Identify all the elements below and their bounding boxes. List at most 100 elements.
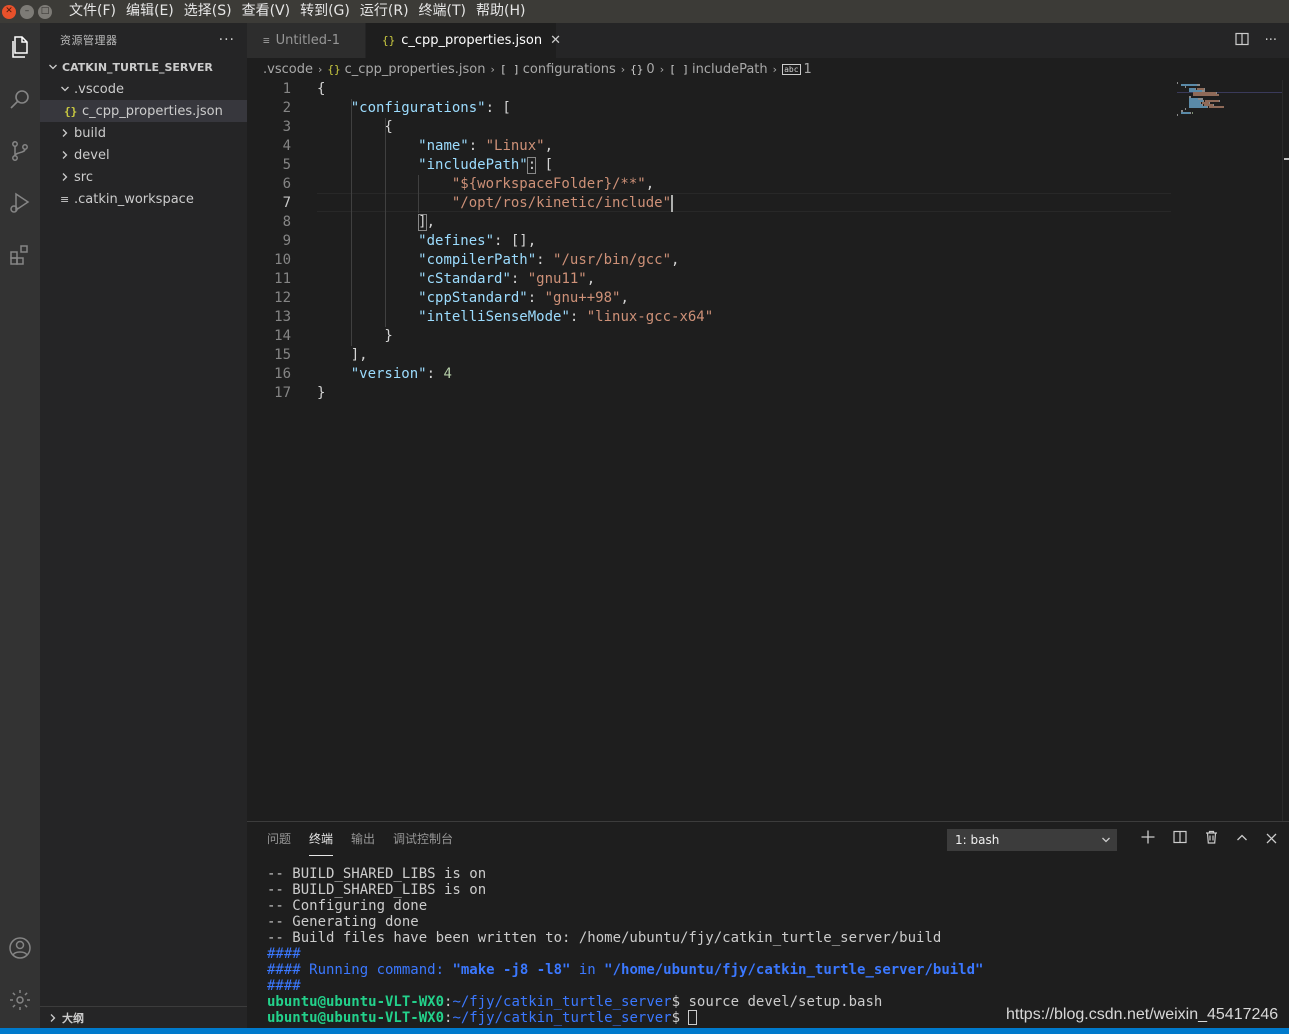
code-line[interactable]: 2 "configurations": [ xyxy=(247,99,1177,118)
json-file-icon: {} xyxy=(382,34,396,47)
code-line[interactable]: 17} xyxy=(247,384,1177,403)
window-minimize-icon[interactable]: – xyxy=(20,4,34,19)
menu-item[interactable]: 终端(T) xyxy=(414,0,471,23)
code-token: 4 xyxy=(443,366,452,382)
source-control-icon[interactable] xyxy=(0,131,40,171)
code-line[interactable]: 7 "/opt/ros/kinetic/include" xyxy=(247,194,1177,213)
menu-item[interactable]: 帮助(H) xyxy=(471,0,530,23)
code-line[interactable]: 11 "cStandard": "gnu11", xyxy=(247,270,1177,289)
line-number: 5 xyxy=(282,157,291,173)
panel-tab[interactable]: 终端 xyxy=(309,822,334,856)
code-line[interactable]: 6 "${workspaceFolder}/**", xyxy=(247,175,1177,194)
tree-item-catkin-workspace[interactable]: ≡ .catkin_workspace xyxy=(40,188,247,210)
code-line[interactable]: 3 { xyxy=(247,118,1177,137)
minimap-line xyxy=(1207,106,1208,108)
indent-guide xyxy=(418,175,420,213)
breadcrumb-item[interactable]: configurations xyxy=(523,62,616,77)
array-symbol-icon: [ ] xyxy=(669,62,689,76)
code-token: "${workspaceFolder}/**" xyxy=(451,176,646,192)
split-editor-icon[interactable] xyxy=(1234,32,1249,50)
code-line[interactable]: 14 } xyxy=(247,327,1177,346)
menu-item[interactable]: 转到(G) xyxy=(295,0,355,23)
tab-label: Untitled-1 xyxy=(275,33,341,48)
explorer-sidebar: 资源管理器 ··· CATKIN_TURTLE_SERVER .vscode {}… xyxy=(40,23,247,1028)
vertical-scrollbar[interactable] xyxy=(1282,80,1289,821)
settings-gear-icon[interactable] xyxy=(0,980,40,1020)
code-line[interactable]: 5 "includePath": [ xyxy=(247,156,1177,175)
code-token: "linux-gcc-x64" xyxy=(586,309,714,325)
terminal-token: -- Generating done xyxy=(267,914,419,930)
split-terminal-icon[interactable] xyxy=(1173,830,1187,848)
menu-item[interactable]: 选择(S) xyxy=(179,0,237,23)
code-line[interactable]: 10 "compilerPath": "/usr/bin/gcc", xyxy=(247,251,1177,270)
breadcrumb-item[interactable]: includePath xyxy=(692,62,768,77)
window-close-icon[interactable]: ✕ xyxy=(2,4,16,19)
json-file-icon: {} xyxy=(64,104,78,118)
run-debug-icon[interactable] xyxy=(0,183,40,223)
terminal-select[interactable]: 1: bash xyxy=(947,829,1117,851)
breadcrumb-item[interactable]: c_cpp_properties.json xyxy=(345,62,486,77)
more-actions-icon[interactable]: ··· xyxy=(1265,33,1277,48)
minimap[interactable] xyxy=(1177,80,1282,821)
code-line[interactable]: 12 "cppStandard": "gnu++98", xyxy=(247,289,1177,308)
tree-item-build[interactable]: build xyxy=(40,122,247,144)
tree-item-src[interactable]: src xyxy=(40,166,247,188)
terminal-output[interactable]: -- BUILD_SHARED_LIBS is on -- BUILD_SHARE… xyxy=(267,866,983,1026)
tree-item-c-cpp-properties-json[interactable]: {} c_cpp_properties.json xyxy=(40,100,247,122)
maximize-panel-icon[interactable] xyxy=(1236,830,1248,848)
code-line[interactable]: 9 "defines": [], xyxy=(247,232,1177,251)
code-token: "gnu11" xyxy=(527,271,587,287)
tree-item-devel[interactable]: devel xyxy=(40,144,247,166)
menu-item[interactable]: 运行(R) xyxy=(355,0,414,23)
chevron-right-icon xyxy=(58,150,72,160)
code-line[interactable]: 4 "name": "Linux", xyxy=(247,137,1177,156)
code-line[interactable]: 8 ], xyxy=(247,213,1177,232)
close-panel-icon[interactable] xyxy=(1266,830,1277,848)
chevron-right-icon: › xyxy=(317,62,323,76)
menu-item[interactable]: 编辑(E) xyxy=(121,0,179,23)
new-terminal-icon[interactable] xyxy=(1141,830,1155,848)
code-line[interactable]: 16 "version": 4 xyxy=(247,365,1177,384)
code-token: , xyxy=(620,290,629,306)
menu-item[interactable]: 文件(F) xyxy=(64,0,121,23)
code-text: } xyxy=(317,384,325,403)
breadcrumb-item[interactable]: 0 xyxy=(646,62,654,77)
tab-untitled-1[interactable]: ≡ Untitled-1 xyxy=(247,23,366,58)
search-icon[interactable] xyxy=(0,79,40,119)
code-editor[interactable]: 1{2 "configurations": [3 {4 "name": "Lin… xyxy=(247,80,1177,403)
tree-item-vscode[interactable]: .vscode xyxy=(40,78,247,100)
code-line[interactable]: 13 "intelliSenseMode": "linux-gcc-x64" xyxy=(247,308,1177,327)
menu-item[interactable]: 查看(V) xyxy=(237,0,296,23)
close-icon[interactable]: ✕ xyxy=(550,33,561,48)
window-maximize-icon[interactable]: □ xyxy=(38,4,52,19)
panel-tab[interactable]: 调试控制台 xyxy=(393,822,453,856)
code-token: "defines" xyxy=(418,233,495,249)
breadcrumb-item[interactable]: .vscode xyxy=(263,62,313,77)
line-number: 3 xyxy=(282,119,291,135)
code-token: "intelliSenseMode" xyxy=(418,309,570,325)
explorer-title: 资源管理器 xyxy=(60,33,118,47)
title-bar: ✕ – □ 文件(F) 编辑(E) 选择(S) 查看(V) 转到(G) 运行(R) 终端(T… xyxy=(0,0,1289,23)
tree-item-label: c_cpp_properties.json xyxy=(82,103,223,119)
files-icon[interactable] xyxy=(0,27,40,67)
workspace-section[interactable]: CATKIN_TURTLE_SERVER xyxy=(40,56,247,78)
bottom-panel: 问题 终端 输出 调试控制台 1: bash -- BUILD_SHARED_LIBS… xyxy=(247,821,1289,1028)
code-line[interactable]: 1{ xyxy=(247,80,1177,99)
tree-item-label: src xyxy=(74,169,93,185)
tab-c-cpp-properties[interactable]: {} c_cpp_properties.json ✕ xyxy=(366,23,561,58)
editor-actions: ··· xyxy=(1234,23,1277,58)
panel-tab[interactable]: 问题 xyxy=(267,822,291,856)
more-actions-icon[interactable]: ··· xyxy=(219,32,235,48)
panel-tab[interactable]: 输出 xyxy=(351,822,375,856)
string-symbol-icon: abc xyxy=(782,63,801,75)
outline-section[interactable]: 大纲 xyxy=(40,1006,247,1028)
breadcrumb-item[interactable]: 1 xyxy=(804,62,812,77)
extensions-icon[interactable] xyxy=(0,235,40,275)
terminal-line: -- BUILD_SHARED_LIBS is on xyxy=(267,882,983,898)
account-icon[interactable] xyxy=(0,928,40,968)
code-token: , xyxy=(544,138,554,154)
code-token: } xyxy=(317,328,393,344)
trash-icon[interactable] xyxy=(1205,830,1218,848)
code-line[interactable]: 15 ], xyxy=(247,346,1177,365)
chevron-down-icon xyxy=(1101,829,1111,860)
